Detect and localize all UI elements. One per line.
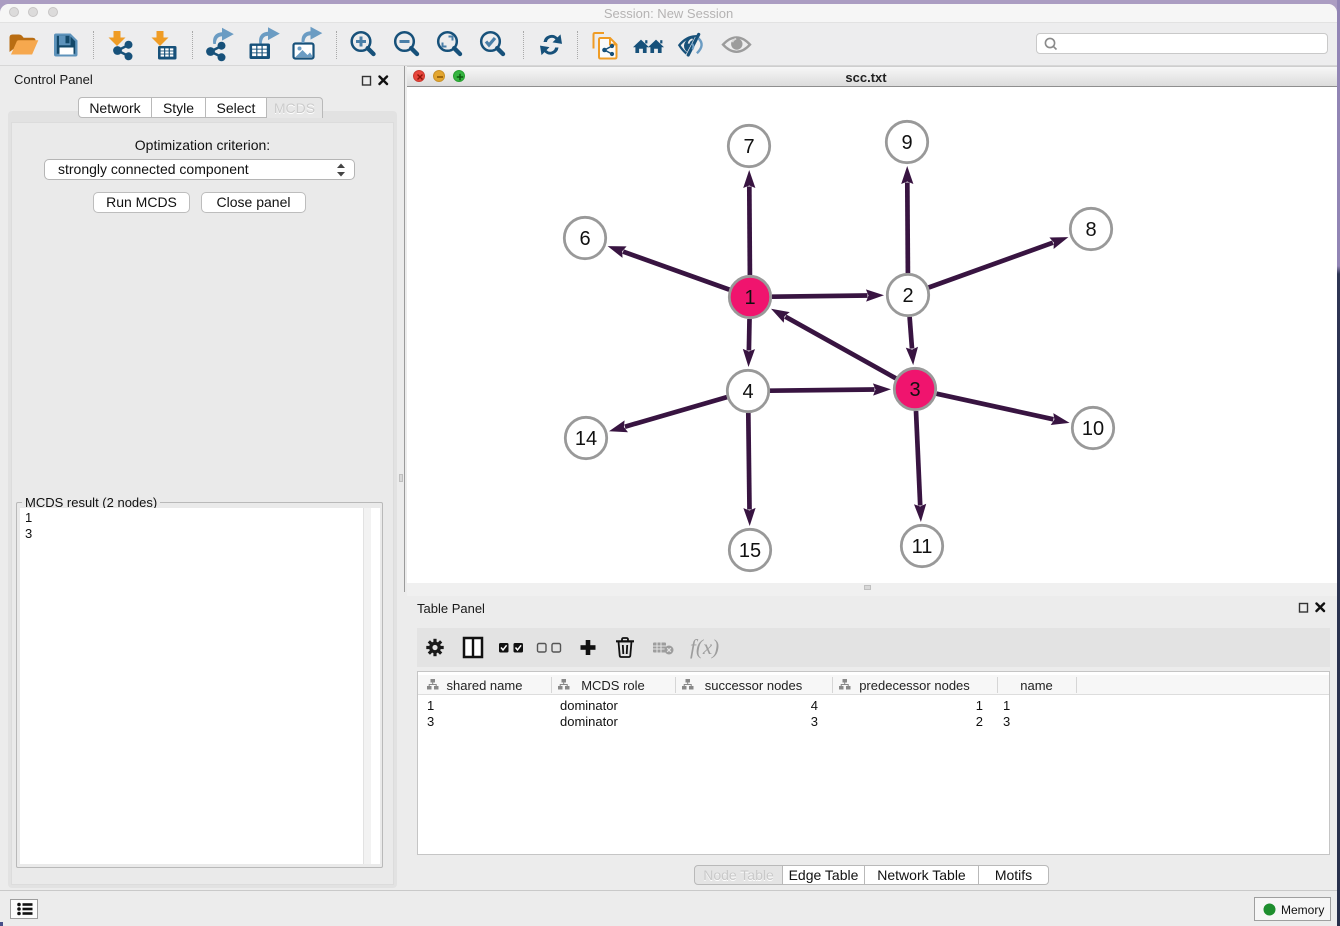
svg-text:6: 6 <box>579 228 590 250</box>
svg-text:15: 15 <box>739 540 761 562</box>
svg-text:3: 3 <box>909 379 920 401</box>
svg-text:14: 14 <box>575 428 597 450</box>
svg-text:f(x): f(x) <box>690 635 719 659</box>
svg-text:9: 9 <box>901 132 912 154</box>
svg-text:4: 4 <box>742 381 753 403</box>
svg-text:1: 1 <box>744 287 755 309</box>
svg-text:2: 2 <box>902 285 913 307</box>
svg-text:7: 7 <box>743 136 754 158</box>
svg-text:11: 11 <box>912 536 933 558</box>
svg-text:8: 8 <box>1085 219 1096 241</box>
svg-text:10: 10 <box>1082 418 1104 440</box>
